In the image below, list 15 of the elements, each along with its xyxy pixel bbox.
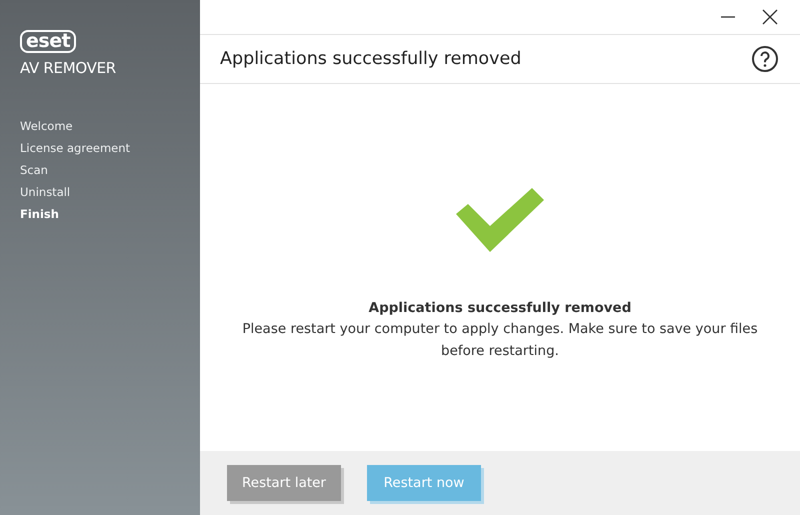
close-icon[interactable] [762,9,778,25]
product-name: AV REMOVER [20,59,116,77]
result-heading: Applications successfully removed [368,300,632,316]
checkmark-icon [456,188,544,252]
step-item: Welcome [20,118,74,135]
step-item: License agreement [20,140,130,157]
step-item: Finish [20,206,60,223]
step-item: Uninstall [20,184,72,201]
help-icon[interactable] [751,45,779,73]
page-title: Applications successfully removed [220,49,522,69]
step-item: Scan [20,162,49,179]
restart-now-button[interactable]: Restart now [367,465,481,501]
brand-logo: eset [20,30,76,53]
result-message: Please restart your computer to apply changes. Make sure to save your files before restarting. [241,320,759,361]
restart-later-button[interactable]: Restart later [227,465,341,501]
